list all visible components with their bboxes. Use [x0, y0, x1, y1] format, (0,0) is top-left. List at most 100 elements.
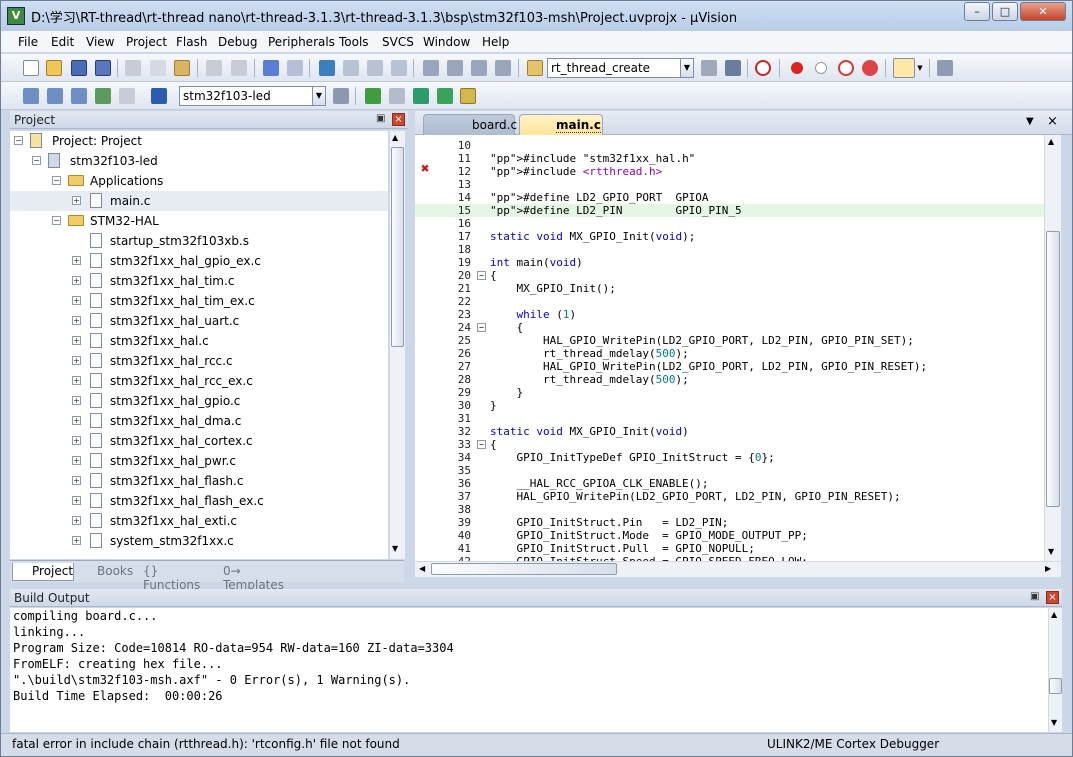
collapse-icon[interactable]: − — [52, 216, 61, 225]
menu-svcs[interactable]: SVCS — [382, 35, 414, 49]
menu-file[interactable]: File — [18, 35, 38, 49]
undo-icon[interactable] — [206, 60, 222, 76]
clear-bookmarks-icon[interactable] — [391, 60, 407, 76]
tree-folder-item[interactable]: − Applications — [10, 171, 388, 191]
scroll-down-icon[interactable]: ▼ — [392, 544, 398, 553]
tree-file-item[interactable]: + stm32f1xx_hal_rcc_ex.c — [10, 371, 388, 391]
tree-folder-item[interactable]: − STM32-HAL — [10, 211, 388, 231]
expand-icon[interactable]: + — [72, 436, 81, 445]
tree-file-item[interactable]: + stm32f1xx_hal_flash.c — [10, 471, 388, 491]
build-icon[interactable] — [47, 88, 63, 104]
tree-file-item[interactable]: + stm32f1xx_hal_gpio_ex.c — [10, 251, 388, 271]
code-line[interactable]: 23 while (1) — [415, 308, 1044, 321]
code-line[interactable]: 40 GPIO_InitStruct.Mode = GPIO_MODE_OUTP… — [415, 529, 1044, 542]
debug-session-icon[interactable] — [755, 60, 771, 76]
panel-close-icon[interactable]: × — [392, 113, 405, 126]
code-line[interactable]: ✖ 12 "pp">#include <rtthread.h> — [415, 162, 1044, 178]
tree-file-item[interactable]: + stm32f1xx_hal_flash_ex.c — [10, 491, 388, 511]
code-line[interactable]: 33−{ — [415, 438, 1044, 451]
tree-file-item[interactable]: + stm32f1xx_hal_dma.c — [10, 411, 388, 431]
select-packs-icon[interactable] — [389, 88, 405, 104]
code-line[interactable]: 34 GPIO_InitTypeDef GPIO_InitStruct = {0… — [415, 451, 1044, 464]
close-button[interactable]: ✕ — [1020, 2, 1066, 21]
scroll-thumb[interactable] — [391, 147, 404, 347]
pin-icon[interactable]: ▣ — [1030, 591, 1039, 602]
pin-icon[interactable]: ▣ — [376, 113, 385, 124]
copy-icon[interactable] — [150, 60, 166, 76]
code-line[interactable]: 35 — [415, 464, 1044, 477]
bookmark-icon[interactable] — [319, 60, 335, 76]
menu-tools[interactable]: Tools — [339, 35, 369, 49]
insert-breakpoint-icon[interactable] — [791, 62, 803, 74]
stop-build-icon[interactable] — [119, 88, 135, 104]
code-line[interactable]: 41 GPIO_InitStruct.Pull = GPIO_NOPULL; — [415, 542, 1044, 555]
editor-close-icon[interactable]: × — [1047, 114, 1058, 129]
uncomment-icon[interactable] — [495, 60, 511, 76]
expand-icon[interactable]: + — [72, 316, 81, 325]
tree-file-item[interactable]: + stm32f1xx_hal_tim.c — [10, 271, 388, 291]
kill-breakpoints-icon[interactable] — [862, 60, 878, 76]
code-line[interactable]: 39 GPIO_InitStruct.Pin = LD2_PIN; — [415, 516, 1044, 529]
find-combo[interactable]: rt_thread_create — [547, 58, 681, 78]
paste-icon[interactable] — [174, 60, 190, 76]
code-line[interactable]: 26 rt_thread_mdelay(500); — [415, 347, 1044, 360]
prev-bookmark-icon[interactable] — [343, 60, 359, 76]
tree-target-item[interactable]: − stm32f103-led — [10, 151, 388, 171]
find-in-files-icon[interactable] — [527, 60, 543, 76]
env-icon[interactable] — [460, 88, 476, 104]
build-output-scrollbar[interactable]: ▲ ▼ — [1048, 608, 1062, 732]
editor-vscroll[interactable]: ▲ ▼ — [1044, 135, 1061, 561]
menu-view[interactable]: View — [86, 35, 114, 49]
tab-board-c[interactable]: board.c — [423, 114, 517, 135]
tree-file-item[interactable]: + stm32f1xx_hal_rcc.c — [10, 351, 388, 371]
scroll-down-icon[interactable]: ▼ — [1051, 718, 1057, 727]
tab-main-c[interactable]: main.c — [519, 114, 603, 135]
tree-file-item[interactable]: + system_stm32f1xx.c — [10, 531, 388, 551]
code-line[interactable]: 28 rt_thread_mdelay(500); — [415, 373, 1044, 386]
code-line[interactable]: 30} — [415, 399, 1044, 412]
tab-books[interactable]: Books — [78, 563, 138, 581]
menu-flash[interactable]: Flash — [176, 35, 207, 49]
unindent-icon[interactable] — [447, 60, 463, 76]
code-line[interactable]: 27 HAL_GPIO_WritePin(LD2_GPIO_PORT, LD2_… — [415, 360, 1044, 373]
menu-edit[interactable]: Edit — [51, 35, 74, 49]
collapse-icon[interactable]: − — [32, 156, 41, 165]
code-line[interactable]: 31 — [415, 412, 1044, 425]
code-line[interactable]: 36 __HAL_RCC_GPIOA_CLK_ENABLE(); — [415, 477, 1044, 490]
translate-icon[interactable] — [23, 88, 39, 104]
pack-installer-icon[interactable] — [437, 88, 453, 104]
save-all-icon[interactable] — [95, 60, 111, 76]
scroll-right-icon[interactable]: ▶ — [1045, 564, 1051, 573]
expand-icon[interactable]: + — [72, 276, 81, 285]
fold-collapse-icon[interactable]: − — [477, 271, 486, 280]
save-icon[interactable] — [71, 60, 87, 76]
code-line[interactable]: 21 MX_GPIO_Init(); — [415, 282, 1044, 295]
code-line[interactable]: 16 — [415, 217, 1044, 230]
expand-icon[interactable]: + — [72, 376, 81, 385]
code-editor[interactable]: 10 11 "pp">#include "stm32f1xx_hal.h" ✖ 12 "p… — [415, 135, 1044, 561]
expand-icon[interactable]: + — [72, 256, 81, 265]
code-line[interactable]: 29 } — [415, 386, 1044, 399]
nav-back-icon[interactable] — [263, 60, 279, 76]
find-icon[interactable] — [701, 60, 717, 76]
code-line[interactable]: 18 — [415, 243, 1044, 256]
collapse-icon[interactable]: − — [14, 136, 23, 145]
enable-breakpoint-icon[interactable] — [815, 62, 827, 74]
tree-file-item[interactable]: + stm32f1xx_hal_exti.c — [10, 511, 388, 531]
scroll-up-icon[interactable]: ▲ — [1051, 610, 1057, 619]
scroll-thumb[interactable] — [1049, 678, 1062, 694]
manage-rte-icon[interactable] — [413, 88, 429, 104]
disable-breakpoints-icon[interactable] — [838, 60, 854, 76]
batch-build-icon[interactable] — [95, 88, 111, 104]
tab-functions[interactable]: {} Functions — [140, 563, 218, 592]
code-line[interactable]: 10 — [415, 139, 1044, 152]
comment-icon[interactable] — [471, 60, 487, 76]
expand-icon[interactable]: + — [72, 336, 81, 345]
target-select[interactable]: stm32f103-led — [179, 86, 313, 106]
expand-icon[interactable]: + — [72, 296, 81, 305]
menu-help[interactable]: Help — [482, 35, 509, 49]
chevron-down-icon[interactable]: ▼ — [915, 60, 925, 76]
download-icon[interactable] — [151, 88, 167, 104]
code-line[interactable]: 37 HAL_GPIO_WritePin(LD2_GPIO_PORT, LD2_… — [415, 490, 1044, 503]
scroll-down-icon[interactable]: ▼ — [1048, 547, 1054, 556]
